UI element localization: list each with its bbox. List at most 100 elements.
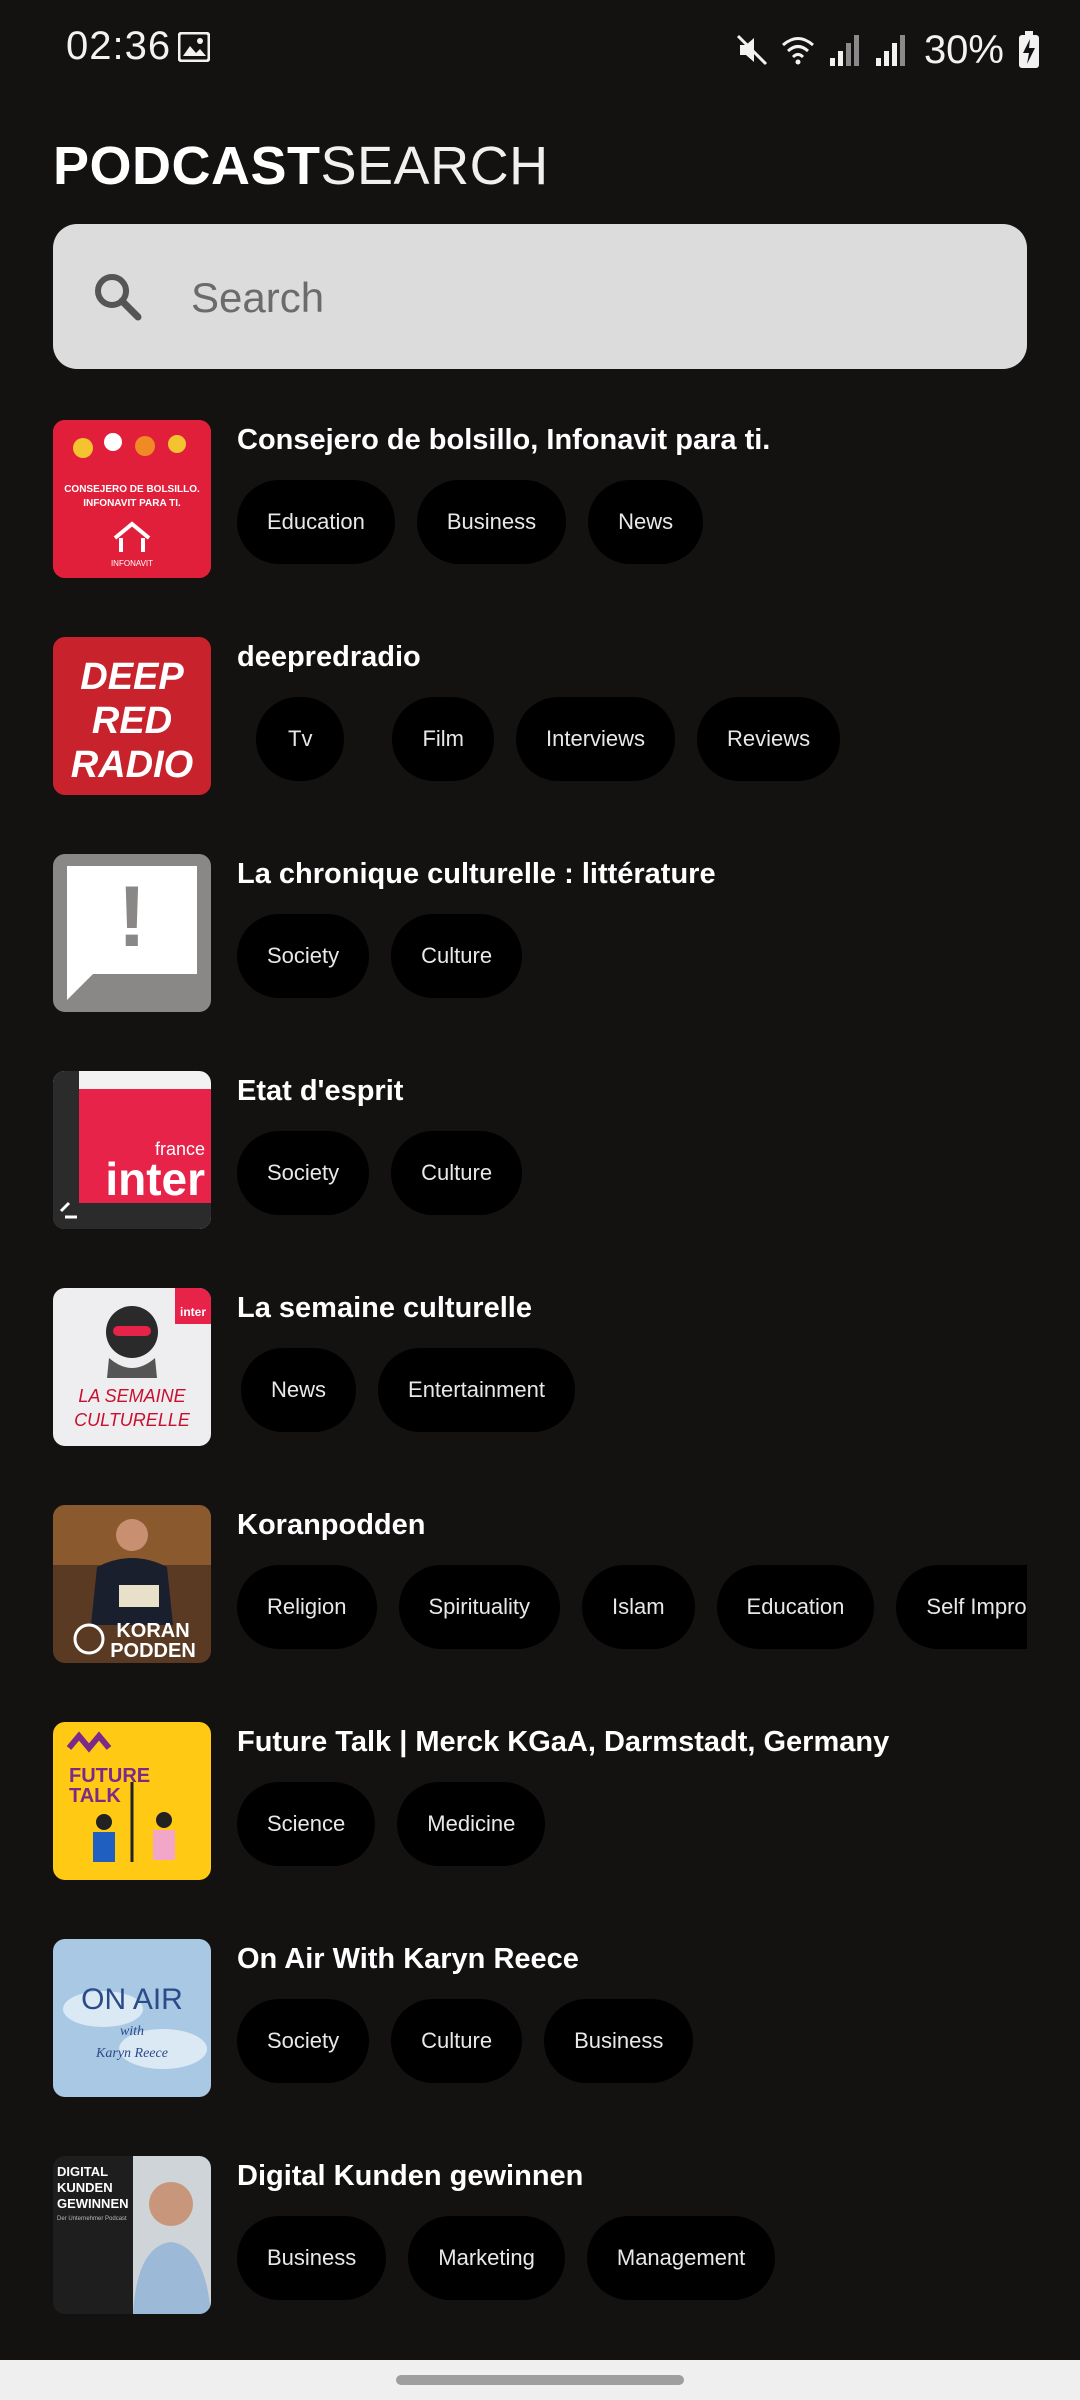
- tag-list: Science Medicine: [237, 1782, 1027, 1866]
- wifi-icon: [781, 37, 814, 65]
- tag-list: Business Marketing Management: [237, 2216, 1027, 2300]
- podcast-cover-image: inter LA SEMAINE CULTURELLE: [53, 1288, 211, 1446]
- podcast-row[interactable]: ! La chronique culturelle : littérature …: [0, 854, 1080, 1014]
- cover-text: KORAN: [116, 1620, 189, 1642]
- podcast-title[interactable]: deepredradio: [237, 641, 421, 674]
- tag-chip[interactable]: Culture: [391, 1131, 523, 1215]
- cover-text: DIGITAL: [57, 2164, 108, 2179]
- podcast-cover-image: DEEP RED RADIO: [53, 637, 211, 795]
- tag-list: Education Business News: [237, 480, 1027, 564]
- cover-text: Karyn Reece: [95, 2046, 168, 2061]
- podcast-title[interactable]: Koranpodden: [237, 1509, 426, 1542]
- podcast-title[interactable]: On Air With Karyn Reece: [237, 1943, 579, 1976]
- status-icons: 30%: [734, 24, 1040, 76]
- cover-text: LA SEMAINE: [78, 1386, 186, 1406]
- podcast-title[interactable]: Etat d'esprit: [237, 1075, 403, 1108]
- podcast-cover-image: DIGITAL KUNDEN GEWINNEN Der Unternehmer …: [53, 2156, 211, 2314]
- cover-text: INFONAVIT: [111, 559, 153, 568]
- podcast-title[interactable]: Consejero de bolsillo, Infonavit para ti…: [237, 424, 770, 457]
- tag-chip[interactable]: Business: [416, 480, 567, 564]
- cover-text: TALK: [69, 1785, 121, 1807]
- tag-chip[interactable]: Education: [716, 1565, 875, 1649]
- podcast-row[interactable]: france inter Etat d'esprit Society Cultu…: [0, 1071, 1080, 1231]
- cover-text: with: [120, 2024, 144, 2039]
- podcast-cover-image: france inter: [53, 1071, 211, 1229]
- gallery-notification-icon: [178, 32, 210, 62]
- podcast-row[interactable]: inter LA SEMAINE CULTURELLE La semaine c…: [0, 1288, 1080, 1448]
- podcast-cover-image: KORAN PODDEN: [53, 1505, 211, 1663]
- cover-text: RED: [92, 700, 172, 742]
- tag-chip[interactable]: Business: [237, 2216, 387, 2300]
- tag-chip[interactable]: Culture: [391, 914, 523, 998]
- tag-chip[interactable]: Self Improvement: [896, 1565, 1027, 1649]
- tag-chip[interactable]: Education: [237, 480, 395, 564]
- podcast-cover-image: FUTURE TALK: [53, 1722, 211, 1880]
- podcast-cover-image: ON AIR with Karyn Reece: [53, 1939, 211, 2097]
- search-bar[interactable]: [53, 224, 1027, 369]
- cover-text: CULTURELLE: [74, 1410, 191, 1430]
- signal-icon-2: [875, 35, 905, 66]
- podcast-title[interactable]: La semaine culturelle: [237, 1292, 532, 1325]
- cover-text: inter: [105, 1153, 205, 1205]
- tag-chip[interactable]: Business: [544, 1999, 694, 2083]
- tag-chip[interactable]: Society: [237, 914, 370, 998]
- mute-icon: [736, 34, 767, 66]
- tag-chip[interactable]: Management: [586, 2216, 776, 2300]
- podcast-title[interactable]: La chronique culturelle : littérature: [237, 858, 716, 891]
- cover-text: DEEP: [80, 656, 184, 698]
- signal-icon: [829, 35, 859, 66]
- tag-chip[interactable]: Islam: [581, 1565, 695, 1649]
- tag-chip[interactable]: Tv: [256, 697, 345, 781]
- tag-chip[interactable]: News: [588, 480, 704, 564]
- cover-text: ON AIR: [81, 1983, 183, 2016]
- search-icon: [95, 274, 142, 321]
- tag-chip[interactable]: Spirituality: [398, 1565, 560, 1649]
- podcast-row[interactable]: DIGITAL KUNDEN GEWINNEN Der Unternehmer …: [0, 2156, 1080, 2316]
- podcast-cover-image: !: [53, 854, 211, 1012]
- cover-text: INFONAVIT PARA TI.: [83, 498, 181, 509]
- tag-list: Society Culture: [237, 1131, 1027, 1215]
- cover-text: GEWINNEN: [57, 2196, 129, 2211]
- podcast-row[interactable]: CONSEJERO DE BOLSILLO. INFONAVIT PARA TI…: [0, 420, 1080, 580]
- cover-text: CONSEJERO DE BOLSILLO.: [64, 484, 200, 495]
- cover-text: FUTURE: [69, 1765, 150, 1787]
- podcast-row[interactable]: KORAN PODDEN Koranpodden Religion Spirit…: [0, 1505, 1080, 1665]
- tag-chip[interactable]: Society: [237, 1131, 370, 1215]
- status-time: 02:36: [66, 24, 172, 68]
- tag-chip[interactable]: Medicine: [397, 1782, 546, 1866]
- cover-text: inter: [180, 1305, 206, 1319]
- podcast-title[interactable]: Future Talk | Merck KGaA, Darmstadt, Ger…: [237, 1726, 889, 1759]
- tag-chip[interactable]: Film: [392, 697, 494, 781]
- status-bar: 02:36 30%: [0, 0, 1080, 100]
- cover-text: KUNDEN: [57, 2180, 113, 2195]
- tag-chip[interactable]: Entertainment: [378, 1348, 575, 1432]
- home-gesture-handle[interactable]: [396, 2375, 684, 2385]
- tag-chip[interactable]: Marketing: [408, 2216, 565, 2300]
- cover-text: Der Unternehmer Podcast: [57, 2216, 127, 2222]
- tag-list: Religion Spirituality Islam Education Se…: [237, 1565, 1027, 1649]
- podcast-row[interactable]: DEEP RED RADIO deepredradio Tv Film Inte…: [0, 637, 1080, 797]
- search-input[interactable]: [189, 252, 993, 344]
- tag-chip[interactable]: News: [241, 1348, 357, 1432]
- tag-chip[interactable]: Religion: [237, 1565, 377, 1649]
- app-title-bold: PODCAST: [53, 136, 321, 196]
- cover-text: PODDEN: [110, 1640, 196, 1662]
- app-title: PODCASTSEARCH: [53, 136, 549, 196]
- navigation-bar: [0, 2360, 1080, 2400]
- podcast-row[interactable]: ON AIR with Karyn Reece On Air With Kary…: [0, 1939, 1080, 2099]
- tag-chip[interactable]: Reviews: [697, 697, 841, 781]
- tag-chip[interactable]: Culture: [391, 1999, 523, 2083]
- battery-percentage: 30%: [923, 27, 1004, 72]
- tag-list: Society Culture: [237, 914, 1027, 998]
- battery-charging-icon: [1019, 31, 1039, 68]
- podcast-title[interactable]: Digital Kunden gewinnen: [237, 2160, 583, 2193]
- tag-list: News Entertainment: [237, 1348, 1027, 1432]
- tag-chip[interactable]: Science: [237, 1782, 376, 1866]
- tag-list: Tv Film Interviews Reviews: [237, 697, 1027, 781]
- tag-chip[interactable]: Interviews: [516, 697, 676, 781]
- cover-text: !: [118, 869, 147, 965]
- app-title-light: SEARCH: [320, 136, 549, 196]
- tag-chip[interactable]: Society: [237, 1999, 370, 2083]
- podcast-cover-image: CONSEJERO DE BOLSILLO. INFONAVIT PARA TI…: [53, 420, 211, 578]
- podcast-row[interactable]: FUTURE TALK Future Talk | Merck KGaA, Da…: [0, 1722, 1080, 1882]
